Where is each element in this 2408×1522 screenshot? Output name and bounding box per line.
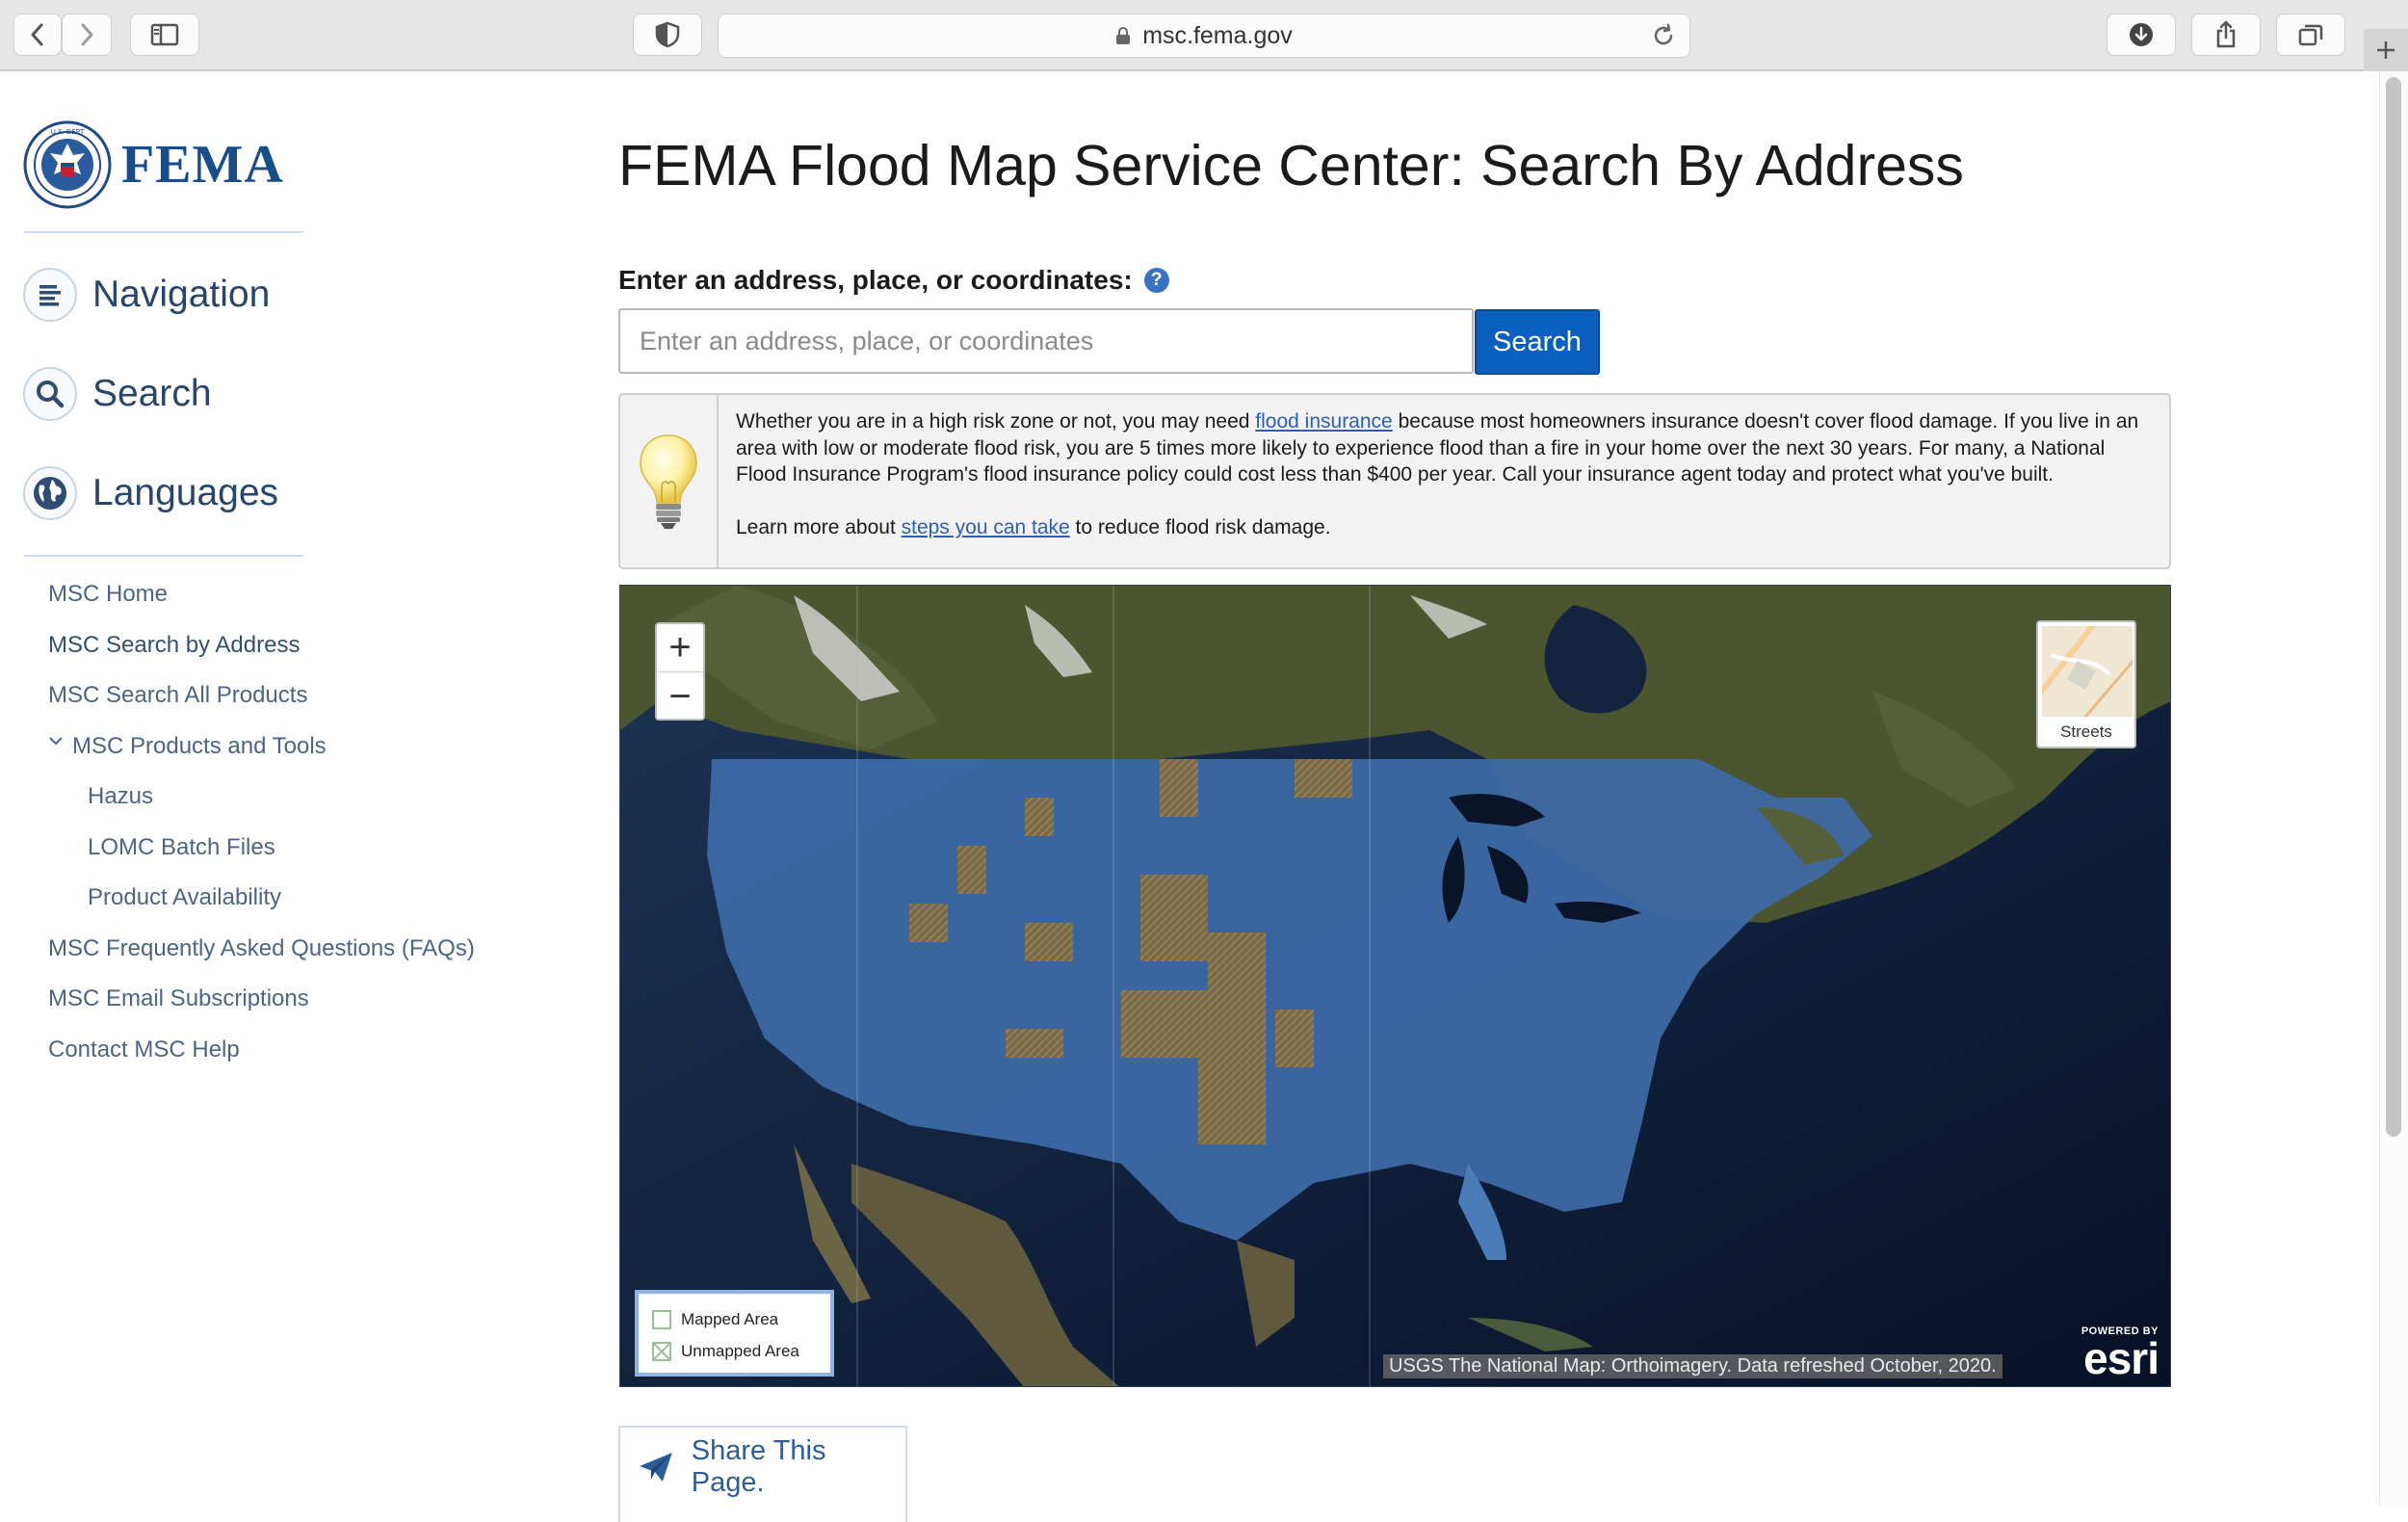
tip-paragraph-1: Whether you are in a high risk zone or n… [736, 408, 2142, 488]
sidebar-icon [150, 23, 179, 46]
sidebar-section-label: Navigation [92, 274, 271, 315]
flood-insurance-link[interactable]: flood insurance [1255, 410, 1392, 433]
zoom-control: + − [655, 622, 705, 721]
satellite-basemap [620, 586, 2170, 1386]
zoom-in-button[interactable]: + [657, 624, 703, 672]
share-browser-button[interactable] [2191, 13, 2261, 56]
flood-map[interactable]: + − Streets Mapped Area Unmapped Area US… [619, 585, 2171, 1387]
lightbulb-icon [620, 395, 719, 567]
address-search-input[interactable] [618, 308, 1474, 374]
search-button[interactable]: Search [1475, 309, 1600, 375]
flood-insurance-tip: Whether you are in a high risk zone or n… [618, 393, 2171, 569]
menu-item-product-availability[interactable]: Product Availability [88, 884, 281, 911]
reload-icon[interactable] [1651, 23, 1676, 48]
tip-paragraph-2: Learn more about steps you can take to r… [736, 514, 2142, 541]
basemap-toggle[interactable]: Streets [2036, 620, 2136, 748]
map-attribution: USGS The National Map: Orthoimagery. Dat… [1383, 1354, 2002, 1378]
dhs-seal-icon: U.S. DEPT [23, 120, 112, 209]
legend-item: Mapped Area [652, 1303, 817, 1335]
esri-logo-text: esri [2083, 1333, 2159, 1383]
tip-text-part: Whether you are in a high risk zone or n… [736, 410, 1256, 433]
legend-label: Mapped Area [681, 1309, 779, 1328]
paper-plane-icon [639, 1453, 672, 1482]
search-label-text: Enter an address, place, or coordinates: [618, 265, 1133, 295]
forward-button[interactable] [62, 13, 112, 56]
menu-item-email-subscriptions[interactable]: MSC Email Subscriptions [48, 985, 309, 1012]
help-icon[interactable]: ? [1143, 268, 1169, 293]
menu-item-search-by-address[interactable]: MSC Search by Address [48, 632, 300, 659]
unmapped-swatch-icon [652, 1341, 671, 1361]
zoom-out-button[interactable]: − [657, 672, 703, 721]
browser-toolbar: msc.fema.gov [0, 0, 2408, 71]
tabs-icon [2298, 24, 2323, 46]
sidebar-section-label: Languages [92, 472, 279, 513]
mapped-swatch-icon [652, 1309, 671, 1329]
menu-item-products-and-tools[interactable]: MSC Products and Tools [72, 733, 327, 760]
list-icon [23, 268, 77, 322]
sidebar-section-navigation[interactable]: Navigation [23, 268, 270, 322]
page-title: FEMA Flood Map Service Center: Search By… [618, 134, 1964, 197]
sidebar-section-languages[interactable]: Languages [23, 466, 278, 520]
download-icon [2130, 23, 2153, 46]
legend-item: Unmapped Area [652, 1335, 817, 1367]
share-label: Share This Page. [691, 1435, 826, 1498]
menu-item-search-all-products[interactable]: MSC Search All Products [48, 682, 307, 709]
tab-overview-button[interactable] [2276, 13, 2345, 56]
search-label: Enter an address, place, or coordinates:… [618, 265, 1169, 296]
chevron-left-icon [31, 23, 43, 46]
new-tab-button[interactable] [2364, 29, 2408, 71]
menu-item-faqs[interactable]: MSC Frequently Asked Questions (FAQs) [48, 935, 475, 962]
tip-text-part: to reduce flood risk damage. [1069, 515, 1331, 538]
chevron-right-icon [81, 23, 93, 46]
url-text: msc.fema.gov [1142, 21, 1293, 49]
legend-label: Unmapped Area [681, 1341, 799, 1360]
page-scrollbar-thumb[interactable] [2386, 77, 2401, 1137]
streets-thumbnail [2042, 626, 2133, 717]
steps-you-can-take-link[interactable]: steps you can take [902, 516, 1070, 538]
share-page-button[interactable]: Share This Page. [618, 1426, 907, 1522]
privacy-report-button[interactable] [633, 13, 702, 56]
menu-item-contact-help[interactable]: Contact MSC Help [48, 1037, 240, 1063]
map-legend: Mapped Area Unmapped Area [635, 1290, 834, 1377]
tip-text: Whether you are in a high risk zone or n… [736, 408, 2142, 540]
share-icon [2216, 20, 2236, 48]
svg-text:U.S. DEPT: U.S. DEPT [51, 128, 85, 136]
search-icon [23, 367, 77, 421]
sidebar-section-label: Search [92, 373, 212, 414]
globe-icon [23, 466, 77, 520]
sidebar-toggle-button[interactable] [130, 13, 199, 56]
chevron-down-icon[interactable] [48, 734, 64, 751]
back-button[interactable] [13, 13, 62, 56]
downloads-button[interactable] [2107, 13, 2176, 56]
plus-icon [2377, 41, 2395, 59]
basemap-label: Streets [2060, 722, 2112, 741]
menu-item-lomc-batch-files[interactable]: LOMC Batch Files [88, 834, 275, 861]
sidebar-section-search[interactable]: Search [23, 367, 212, 421]
menu-item-msc-home[interactable]: MSC Home [48, 581, 168, 608]
fema-logo[interactable]: U.S. DEPT FEMA [23, 120, 284, 209]
logo-text: FEMA [121, 135, 284, 195]
esri-logo[interactable]: POWERED BY esri [2081, 1325, 2159, 1383]
address-bar[interactable]: msc.fema.gov [718, 13, 1690, 58]
tip-text-part: Learn more about [736, 515, 902, 538]
sidebar-divider [24, 231, 303, 233]
lock-icon [1116, 27, 1131, 44]
shield-icon [655, 21, 680, 48]
sidebar-divider [24, 555, 303, 557]
menu-item-hazus[interactable]: Hazus [88, 783, 153, 810]
